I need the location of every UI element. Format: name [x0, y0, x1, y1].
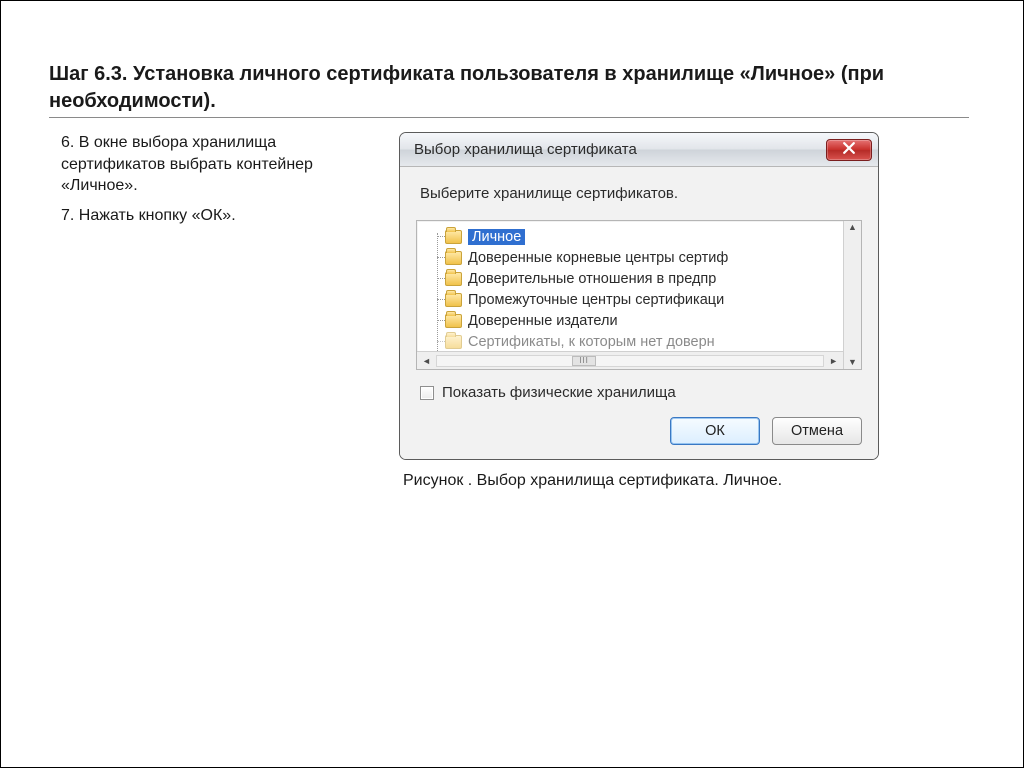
scroll-thumb[interactable]: III: [572, 356, 596, 366]
cancel-button[interactable]: Отмена: [772, 417, 862, 445]
vertical-scrollbar[interactable]: ▲ ▼: [843, 221, 861, 369]
figure-caption: Рисунок . Выбор хранилища сертификата. Л…: [399, 472, 919, 490]
certificate-store-dialog: Выбор хранилища сертификата Выберите хра…: [399, 132, 879, 460]
certificate-tree[interactable]: Личное Доверенные корневые центры сертиф…: [416, 220, 862, 370]
horizontal-scrollbar[interactable]: ◄ III ►: [417, 351, 843, 369]
close-icon: [843, 141, 855, 159]
tree-item-label: Доверительные отношения в предпр: [468, 271, 716, 287]
tree-item-label: Доверенные издатели: [468, 313, 618, 329]
folder-icon: [445, 335, 462, 349]
tree-item[interactable]: Промежуточные центры сертификаци: [427, 289, 843, 310]
tree-item-label: Доверенные корневые центры сертиф: [468, 250, 728, 266]
close-button[interactable]: [826, 139, 872, 161]
folder-icon: [445, 272, 462, 286]
show-physical-checkbox[interactable]: [420, 386, 434, 400]
tree-item[interactable]: Доверительные отношения в предпр: [427, 268, 843, 289]
folder-icon: [445, 230, 462, 244]
instruction-step-7: 7. Нажать кнопку «ОК».: [61, 205, 359, 227]
scroll-right-icon[interactable]: ►: [826, 356, 841, 366]
scroll-left-icon[interactable]: ◄: [419, 356, 434, 366]
show-physical-label: Показать физические хранилища: [442, 384, 676, 401]
instruction-step-6: 6. В окне выбора хранилища сертификатов …: [61, 132, 359, 197]
folder-icon: [445, 251, 462, 265]
folder-icon: [445, 314, 462, 328]
tree-item-label: Сертификаты, к которым нет доверн: [468, 334, 715, 350]
scroll-down-icon[interactable]: ▼: [848, 358, 857, 367]
scroll-up-icon[interactable]: ▲: [848, 223, 857, 232]
tree-item[interactable]: Доверенные корневые центры сертиф: [427, 247, 843, 268]
tree-item[interactable]: Сертификаты, к которым нет доверн: [427, 331, 843, 352]
dialog-prompt: Выберите хранилище сертификатов.: [420, 185, 862, 202]
tree-item[interactable]: Доверенные издатели: [427, 310, 843, 331]
ok-button[interactable]: ОК: [670, 417, 760, 445]
folder-icon: [445, 293, 462, 307]
instruction-block: 6. В окне выбора хранилища сертификатов …: [49, 132, 359, 490]
page-heading: Шаг 6.3. Установка личного сертификата п…: [49, 61, 969, 118]
dialog-title: Выбор хранилища сертификата: [414, 141, 637, 158]
tree-item-label: Личное: [468, 229, 525, 245]
tree-item-label: Промежуточные центры сертификаци: [468, 292, 724, 308]
tree-item-personal[interactable]: Личное: [427, 226, 843, 247]
dialog-titlebar[interactable]: Выбор хранилища сертификата: [400, 133, 878, 167]
